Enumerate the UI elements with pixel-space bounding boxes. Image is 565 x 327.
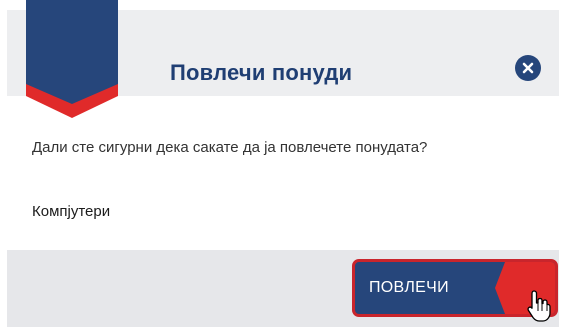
close-icon bbox=[522, 62, 534, 74]
close-button[interactable] bbox=[515, 55, 541, 81]
bookmark-ribbon bbox=[26, 0, 118, 118]
hand-pointer-cursor-icon bbox=[527, 290, 551, 322]
offer-item-name: Компјутери bbox=[32, 203, 111, 220]
withdraw-button-label: ПОВЛЕЧИ bbox=[369, 279, 449, 296]
confirmation-message: Дали сте сигурни дека сакате да ја повле… bbox=[32, 139, 428, 156]
dialog-title: Повлечи понуди bbox=[170, 60, 353, 85]
withdraw-offers-dialog: Повлечи понуди Дали сте сигурни дека сак… bbox=[0, 0, 565, 327]
